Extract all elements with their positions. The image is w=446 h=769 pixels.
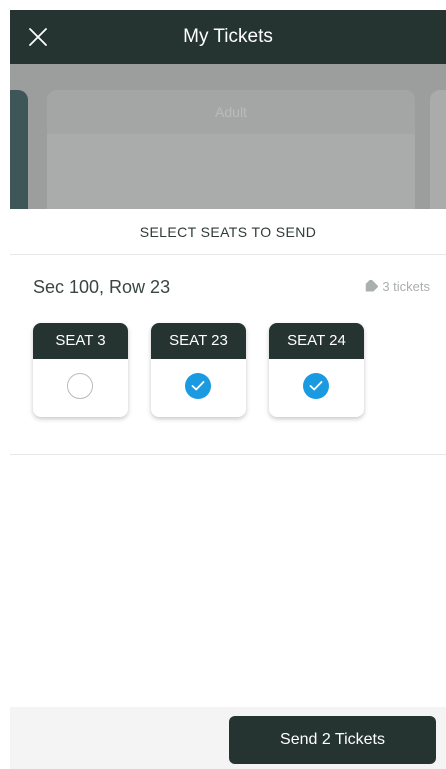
seat-label: SEAT 23 [151,323,246,359]
seat-label: SEAT 24 [269,323,364,359]
seat-card-23[interactable]: SEAT 23 [151,323,246,417]
unchecked-circle-icon[interactable] [67,373,93,399]
checkmark-icon[interactable] [185,373,211,399]
ticket-count: 3 tickets [362,278,430,294]
dim-overlay[interactable]: Adult [10,64,446,209]
select-seats-sheet: SELECT SEATS TO SEND Sec 100, Row 23 3 t… [10,209,446,769]
seat-card-3[interactable]: SEAT 3 [33,323,128,417]
ticket-card-previous [10,90,28,209]
ticket-count-label: 3 tickets [382,279,430,294]
sheet-title: SELECT SEATS TO SEND [10,209,446,255]
ticket-card-current: Adult [47,90,415,209]
seat-label: SEAT 3 [33,323,128,359]
section-row-label: Sec 100, Row 23 [33,277,171,297]
page-title: My Tickets [183,26,273,47]
ticket-card-next [430,90,446,209]
footer-bar: Send 2 Tickets [10,707,446,769]
seat-card-24[interactable]: SEAT 24 [269,323,364,417]
ticket-card-label: Adult [47,90,415,134]
nav-bar: My Tickets [10,10,446,64]
divider [10,454,446,455]
checkmark-icon[interactable] [303,373,329,399]
send-tickets-button[interactable]: Send 2 Tickets [229,716,436,764]
tag-icon [362,278,379,294]
